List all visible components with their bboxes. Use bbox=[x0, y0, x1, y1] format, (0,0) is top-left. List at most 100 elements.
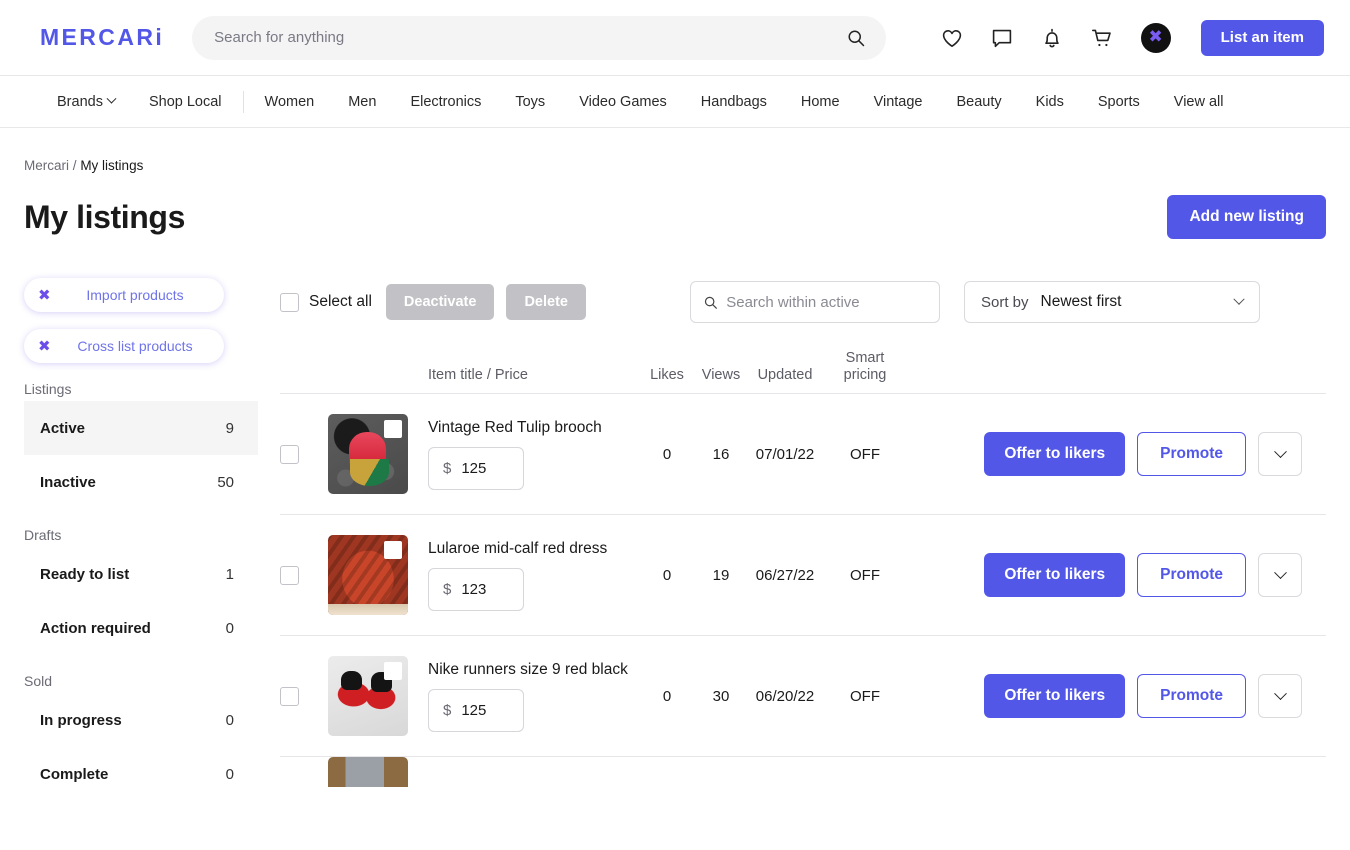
nav-item-kids[interactable]: Kids bbox=[1019, 94, 1081, 110]
row-checkbox[interactable] bbox=[280, 445, 299, 464]
row-title-price-cell: Vintage Red Tulip brooch $ 125 bbox=[428, 419, 638, 490]
table-row: Vintage Red Tulip brooch $ 125 0 16 07/0… bbox=[280, 394, 1326, 515]
breadcrumb-root[interactable]: Mercari bbox=[24, 158, 69, 173]
nav-item-brands[interactable]: Brands bbox=[40, 94, 132, 110]
table-row-partial bbox=[280, 757, 1326, 787]
breadcrumb-current: My listings bbox=[80, 158, 143, 173]
bell-icon[interactable] bbox=[1039, 25, 1065, 51]
add-new-listing-button[interactable]: Add new listing bbox=[1167, 195, 1326, 239]
likes-value: 0 bbox=[638, 688, 696, 705]
sidebar-item-action-required[interactable]: Action required 0 bbox=[24, 601, 258, 655]
search-icon[interactable] bbox=[846, 28, 866, 48]
price-input[interactable]: $ 125 bbox=[428, 689, 524, 732]
nav-item-view-all[interactable]: View all bbox=[1157, 94, 1241, 110]
updated-value: 06/27/22 bbox=[746, 567, 824, 584]
nav-item-handbags[interactable]: Handbags bbox=[684, 94, 784, 110]
offer-to-likers-button[interactable]: Offer to likers bbox=[984, 553, 1125, 597]
sidebar-item-count: 50 bbox=[217, 474, 234, 491]
row-select-cell bbox=[280, 687, 328, 706]
sidebar-item-complete[interactable]: Complete 0 bbox=[24, 747, 258, 801]
sidebar-group-listings: Listings bbox=[24, 381, 258, 397]
search-icon bbox=[703, 294, 718, 311]
item-title[interactable]: Vintage Red Tulip brooch bbox=[428, 419, 638, 437]
row-checkbox[interactable] bbox=[280, 687, 299, 706]
mercari-logo[interactable]: MERCARi bbox=[40, 24, 164, 51]
import-products-button[interactable]: ✖ Import products bbox=[24, 278, 224, 312]
page-content: Mercari / My listings My listings Add ne… bbox=[0, 128, 1350, 801]
item-thumbnail[interactable] bbox=[328, 535, 408, 615]
price-input[interactable]: $ 125 bbox=[428, 447, 524, 490]
nav-item-men[interactable]: Men bbox=[331, 94, 393, 110]
nav-item-home[interactable]: Home bbox=[784, 94, 857, 110]
promote-button[interactable]: Promote bbox=[1137, 432, 1246, 476]
item-thumbnail[interactable] bbox=[328, 414, 408, 494]
header-smart-pricing: Smart pricing bbox=[824, 350, 900, 383]
offer-to-likers-button[interactable]: Offer to likers bbox=[984, 432, 1125, 476]
price-input[interactable]: $ 123 bbox=[428, 568, 524, 611]
sidebar-group-sold: Sold bbox=[24, 673, 258, 689]
nav-item-beauty[interactable]: Beauty bbox=[940, 94, 1019, 110]
promote-button[interactable]: Promote bbox=[1137, 674, 1246, 718]
list-an-item-button[interactable]: List an item bbox=[1201, 20, 1324, 56]
message-icon[interactable] bbox=[989, 25, 1015, 51]
sidebar-item-ready-to-list[interactable]: Ready to list 1 bbox=[24, 547, 258, 601]
deactivate-button[interactable]: Deactivate bbox=[386, 284, 495, 320]
item-title[interactable]: Lularoe mid-calf red dress bbox=[428, 540, 638, 558]
nav-label: Brands bbox=[57, 94, 103, 110]
item-thumbnail[interactable] bbox=[328, 656, 408, 736]
thumbnail-badge-icon bbox=[384, 541, 402, 559]
nav-item-electronics[interactable]: Electronics bbox=[393, 94, 498, 110]
sidebar-item-label: Active bbox=[40, 420, 85, 437]
header-item-title-price: Item title / Price bbox=[428, 367, 638, 383]
sort-by-value: Newest first bbox=[1041, 293, 1122, 311]
cart-icon[interactable] bbox=[1089, 25, 1115, 51]
views-value: 16 bbox=[696, 446, 746, 463]
row-checkbox[interactable] bbox=[280, 566, 299, 585]
row-title-price-cell: Lularoe mid-calf red dress $ 123 bbox=[428, 540, 638, 611]
sidebar-item-label: Inactive bbox=[40, 474, 96, 491]
nav-item-vintage[interactable]: Vintage bbox=[857, 94, 940, 110]
promote-button[interactable]: Promote bbox=[1137, 553, 1246, 597]
nav-item-toys[interactable]: Toys bbox=[498, 94, 562, 110]
search-within-active[interactable] bbox=[690, 281, 940, 323]
thumbnail-badge-icon bbox=[384, 662, 402, 680]
cross-list-products-button[interactable]: ✖ Cross list products bbox=[24, 329, 224, 363]
sidebar-item-label: Ready to list bbox=[40, 566, 129, 583]
chevron-down-icon bbox=[107, 94, 117, 104]
row-actions: Offer to likers Promote bbox=[900, 674, 1326, 718]
views-value: 19 bbox=[696, 567, 746, 584]
item-thumbnail[interactable] bbox=[328, 757, 408, 787]
nav-item-women[interactable]: Women bbox=[248, 94, 332, 110]
row-more-button[interactable] bbox=[1258, 432, 1302, 476]
row-more-button[interactable] bbox=[1258, 674, 1302, 718]
delete-button[interactable]: Delete bbox=[506, 284, 586, 320]
sidebar-item-count: 0 bbox=[226, 620, 234, 637]
row-actions: Offer to likers Promote bbox=[900, 432, 1326, 476]
sidebar-item-in-progress[interactable]: In progress 0 bbox=[24, 693, 258, 747]
nav-item-video-games[interactable]: Video Games bbox=[562, 94, 684, 110]
sidebar-item-active[interactable]: Active 9 bbox=[24, 401, 258, 455]
select-all-checkbox[interactable] bbox=[280, 293, 299, 312]
nav-item-shop-local[interactable]: Shop Local bbox=[132, 94, 239, 110]
search-input[interactable] bbox=[192, 16, 886, 60]
heart-icon[interactable] bbox=[939, 25, 965, 51]
search-within-active-input[interactable] bbox=[726, 294, 927, 311]
sidebar-item-label: In progress bbox=[40, 712, 122, 729]
smart-pricing-value: OFF bbox=[824, 688, 900, 705]
table-header: Item title / Price Likes Views Updated S… bbox=[280, 326, 1326, 394]
nav-item-sports[interactable]: Sports bbox=[1081, 94, 1157, 110]
sort-by-select[interactable]: Sort by Newest first bbox=[964, 281, 1260, 323]
nav-divider bbox=[243, 91, 244, 113]
breadcrumb: Mercari / My listings bbox=[24, 128, 1326, 173]
sidebar-item-inactive[interactable]: Inactive 50 bbox=[24, 455, 258, 509]
row-select-cell bbox=[280, 566, 328, 585]
global-search[interactable] bbox=[192, 16, 886, 60]
offer-to-likers-button[interactable]: Offer to likers bbox=[984, 674, 1125, 718]
cross-x-icon: ✖ bbox=[38, 339, 60, 354]
item-title[interactable]: Nike runners size 9 red black bbox=[428, 661, 638, 679]
avatar[interactable]: ✖ bbox=[1141, 23, 1171, 53]
sidebar-item-count: 0 bbox=[226, 766, 234, 783]
sidebar-item-label: Action required bbox=[40, 620, 151, 637]
row-thumb-cell bbox=[328, 535, 428, 615]
row-more-button[interactable] bbox=[1258, 553, 1302, 597]
